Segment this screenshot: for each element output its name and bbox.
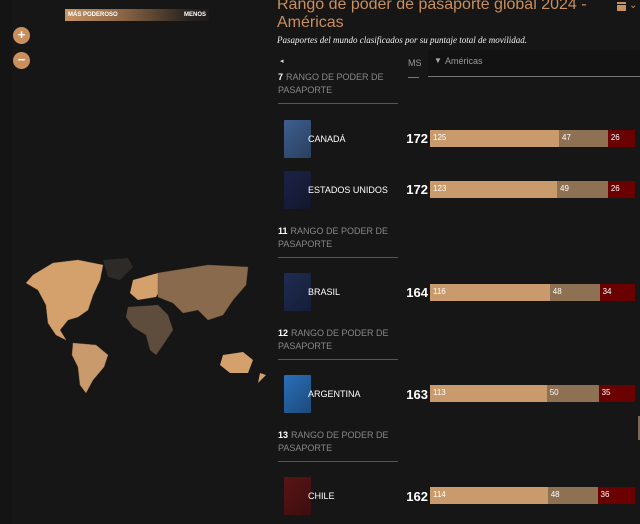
mobility-score: 164 <box>406 285 428 300</box>
rank-heading: 7 RANGO DE PODER DE PASAPORTE <box>278 71 398 97</box>
calendar-icon[interactable] <box>617 2 626 11</box>
segment-visa-on-arrival: 47 <box>559 130 608 147</box>
passport-icon <box>284 171 311 209</box>
segment-visa-on-arrival: 49 <box>557 181 608 198</box>
ms-column-label: MS <box>408 58 422 68</box>
passport-icon <box>284 273 311 311</box>
passport-ranking-page: MÁS PODEROSO MENOS + − Rango de poder de… <box>0 0 640 524</box>
segment-visa-required: 26 <box>607 181 635 198</box>
rank-number: 11 <box>278 226 288 236</box>
map-north-america[interactable] <box>25 259 104 341</box>
rank-heading: 12 RANGO DE PODER DE PASAPORTE <box>278 327 398 353</box>
filter-value: Américas <box>445 56 483 66</box>
mobility-score: 172 <box>406 182 428 197</box>
rank-divider <box>278 257 398 258</box>
country-name: CANADÁ <box>308 134 346 144</box>
legend-low-label: MENOS <box>183 12 206 18</box>
segment-visa-free: 123 <box>430 181 557 198</box>
rank-divider <box>278 359 398 360</box>
score-bar: 125 47 26 <box>430 130 635 147</box>
rank-label: RANGO DE PODER DE PASAPORTE <box>278 226 389 249</box>
segment-visa-required: 26 <box>607 130 635 147</box>
map-asia[interactable] <box>157 264 249 321</box>
passport-icon <box>284 375 311 413</box>
rank-heading: 13 RANGO DE PODER DE PASAPORTE <box>278 429 398 455</box>
rank-number: 7 <box>278 72 284 82</box>
mobility-score: 163 <box>406 387 428 402</box>
segment-visa-free: 116 <box>430 284 550 301</box>
segment-visa-on-arrival: 48 <box>547 487 598 504</box>
region-filter-select[interactable]: ▼ Américas <box>428 50 640 77</box>
mobility-score: 162 <box>406 489 428 504</box>
rank-number: 13 <box>278 430 289 440</box>
passport-icon <box>284 120 311 158</box>
rank-label: RANGO DE PODER DE PASAPORTE <box>278 430 389 453</box>
map-africa[interactable] <box>125 304 174 356</box>
world-map[interactable] <box>8 255 270 395</box>
rank-heading: 11 RANGO DE PODER DE PASAPORTE <box>278 225 398 251</box>
score-bar: 113 50 35 <box>430 385 635 402</box>
segment-visa-free: 114 <box>430 487 548 504</box>
map-south-america[interactable] <box>71 342 109 394</box>
segment-visa-free: 125 <box>430 130 560 147</box>
map-legend: MÁS PODEROSO MENOS <box>65 9 209 21</box>
mobility-score: 172 <box>406 131 428 146</box>
rank-label: RANGO DE PODER DE PASAPORTE <box>278 328 389 351</box>
segment-visa-on-arrival: 50 <box>546 385 599 402</box>
page-title: Rango de poder de pasaporte global 2024 … <box>277 0 587 31</box>
segment-visa-required: 34 <box>599 284 635 301</box>
rank-label: RANGO DE PODER DE PASAPORTE <box>278 72 384 95</box>
country-name: ESTADOS UNIDOS <box>308 185 388 195</box>
rank-divider <box>278 103 398 104</box>
segment-visa-free: 113 <box>430 385 547 402</box>
country-name: CHILE <box>308 491 335 501</box>
segment-visa-on-arrival: 48 <box>549 284 600 301</box>
chevron-down-icon[interactable]: ⌄ <box>629 0 637 11</box>
filter-icon: ▼ <box>434 56 442 65</box>
score-bar: 114 48 36 <box>430 487 636 504</box>
map-australia[interactable] <box>220 352 253 373</box>
rank-divider <box>278 461 398 462</box>
rank-number: 12 <box>278 328 289 338</box>
segment-visa-required: 35 <box>598 385 635 402</box>
map-new-zealand[interactable] <box>258 373 266 383</box>
passport-icon <box>284 477 311 515</box>
score-bar: 116 48 34 <box>430 284 635 301</box>
score-bar: 123 49 26 <box>430 181 635 198</box>
zoom-in-button[interactable]: + <box>13 27 30 44</box>
zoom-out-button[interactable]: − <box>13 52 30 69</box>
back-arrow-icon[interactable]: ◂ <box>280 57 284 65</box>
page-subtitle: Pasaportes del mundo clasificados por su… <box>277 35 527 45</box>
country-name: ARGENTINA <box>308 389 361 399</box>
legend-high-label: MÁS PODEROSO <box>68 12 118 18</box>
ms-underline <box>408 77 419 78</box>
map-greenland[interactable] <box>103 258 133 280</box>
segment-visa-required: 36 <box>597 487 636 504</box>
country-name: BRASIL <box>308 287 341 297</box>
